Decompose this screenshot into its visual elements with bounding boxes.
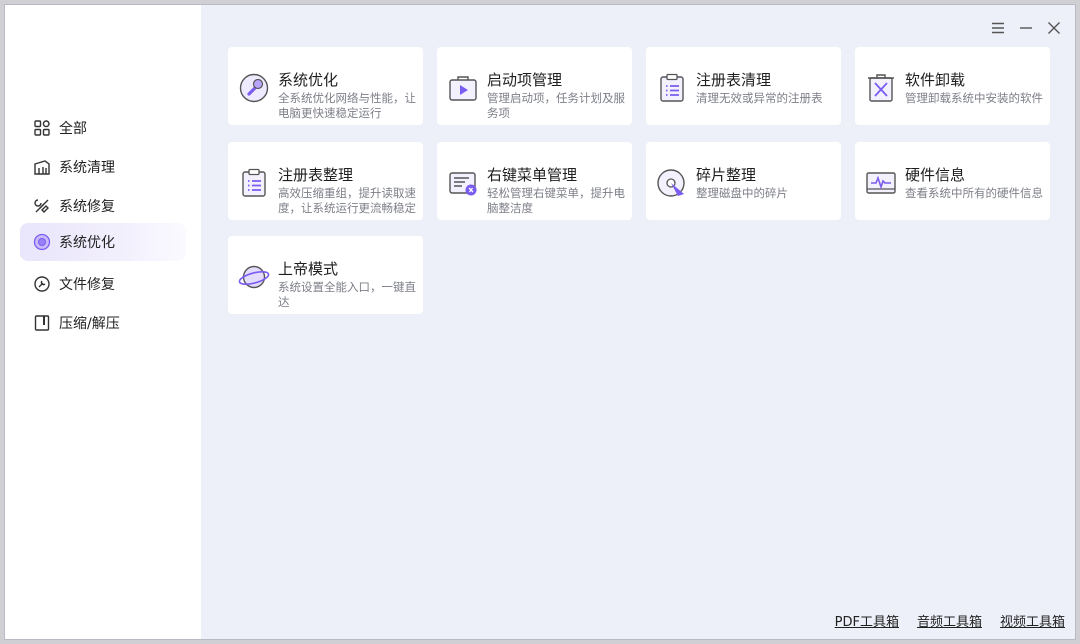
wrench-disc-icon — [238, 72, 270, 104]
tool-card-title: 硬件信息 — [905, 166, 966, 184]
tool-card-desc: 查看系统中所有的硬件信息 — [905, 186, 1043, 200]
tool-card-title: 上帝模式 — [278, 260, 339, 278]
tool-card-registry-defrag[interactable]: 注册表整理 高效压缩重组，提升读取速度，让系统运行更流畅稳定 — [228, 142, 423, 220]
tool-card-desc: 清理无效或异常的注册表 — [696, 91, 823, 105]
tool-card-title: 右键菜单管理 — [487, 166, 578, 184]
tool-card-desc: 管理卸载系统中安装的软件 — [905, 91, 1043, 105]
tool-card-desc: 整理磁盘中的碎片 — [696, 186, 788, 200]
tool-card-desc: 轻松管理右键菜单，提升电脑整洁度 — [487, 186, 625, 215]
defrag-icon — [656, 167, 688, 199]
sidebar-item-label: 系统优化 — [59, 235, 115, 251]
tool-card-title: 软件卸载 — [905, 71, 966, 89]
tool-card-hardware-info[interactable]: 硬件信息 查看系统中所有的硬件信息 — [855, 142, 1050, 220]
sidebar-item-label: 系统修复 — [59, 199, 115, 215]
tool-card-disk-defrag[interactable]: 碎片整理 整理磁盘中的碎片 — [646, 142, 841, 220]
tool-card-startup[interactable]: 启动项管理 管理启动项，任务计划及服务项 — [437, 47, 632, 125]
sidebar-item-all[interactable]: 全部 — [20, 109, 186, 147]
file-repair-icon — [33, 275, 51, 293]
clipboard-icon — [656, 72, 688, 104]
minimize-icon[interactable] — [1017, 19, 1035, 37]
hardware-icon — [865, 167, 897, 199]
disc-icon — [33, 233, 51, 251]
video-toolbox-link[interactable]: 视频工具箱 — [1000, 611, 1065, 630]
tool-card-title: 碎片整理 — [696, 166, 757, 184]
startup-icon — [447, 72, 479, 104]
planet-icon — [238, 261, 270, 293]
app-window: 全部 系统清理 系统修复 系统优化 文件修复 压缩/解压 系统优化 全系统优化网… — [4, 4, 1076, 640]
tool-card-title: 系统优化 — [278, 71, 339, 89]
tool-card-context-menu[interactable]: 右键菜单管理 轻松管理右键菜单，提升电脑整洁度 — [437, 142, 632, 220]
registry-icon — [238, 167, 270, 199]
archive-icon — [33, 314, 51, 332]
sidebar-item-file-repair[interactable]: 文件修复 — [20, 265, 186, 303]
tool-card-registry-clean[interactable]: 注册表清理 清理无效或异常的注册表 — [646, 47, 841, 125]
tools-icon — [33, 197, 51, 215]
window-controls — [989, 19, 1063, 37]
sidebar-item-system-repair[interactable]: 系统修复 — [20, 187, 186, 225]
tool-card-desc: 系统设置全能入口，一键直达 — [278, 280, 416, 309]
sidebar-item-label: 压缩/解压 — [59, 316, 120, 332]
tool-card-god-mode[interactable]: 上帝模式 系统设置全能入口，一键直达 — [228, 236, 423, 314]
sidebar-item-label: 全部 — [59, 121, 87, 137]
sidebar: 全部 系统清理 系统修复 系统优化 文件修复 压缩/解压 — [5, 5, 201, 639]
tool-card-system-optimize[interactable]: 系统优化 全系统优化网络与性能，让电脑更快速稳定运行 — [228, 47, 423, 125]
tool-card-desc: 全系统优化网络与性能，让电脑更快速稳定运行 — [278, 91, 416, 120]
context-menu-icon — [447, 167, 479, 199]
grid-icon — [33, 119, 51, 137]
sidebar-item-system-clean[interactable]: 系统清理 — [20, 148, 186, 186]
audio-toolbox-link[interactable]: 音频工具箱 — [917, 611, 982, 630]
menu-icon[interactable] — [989, 19, 1007, 37]
broom-icon — [33, 158, 51, 176]
tool-card-uninstall[interactable]: 软件卸载 管理卸载系统中安装的软件 — [855, 47, 1050, 125]
tool-card-desc: 高效压缩重组，提升读取速度，让系统运行更流畅稳定 — [278, 186, 416, 215]
sidebar-item-compress[interactable]: 压缩/解压 — [20, 304, 186, 342]
sidebar-item-label: 文件修复 — [59, 277, 115, 293]
pdf-toolbox-link[interactable]: PDF工具箱 — [835, 611, 899, 630]
sidebar-item-label: 系统清理 — [59, 160, 115, 176]
footer-links: PDF工具箱 音频工具箱 视频工具箱 — [835, 611, 1065, 630]
uninstall-icon — [865, 72, 897, 104]
tool-card-title: 注册表清理 — [696, 71, 772, 89]
tool-card-desc: 管理启动项，任务计划及服务项 — [487, 91, 625, 120]
sidebar-item-system-optimize[interactable]: 系统优化 — [20, 223, 186, 261]
tool-card-title: 启动项管理 — [487, 71, 563, 89]
tool-card-title: 注册表整理 — [278, 166, 354, 184]
close-icon[interactable] — [1045, 19, 1063, 37]
